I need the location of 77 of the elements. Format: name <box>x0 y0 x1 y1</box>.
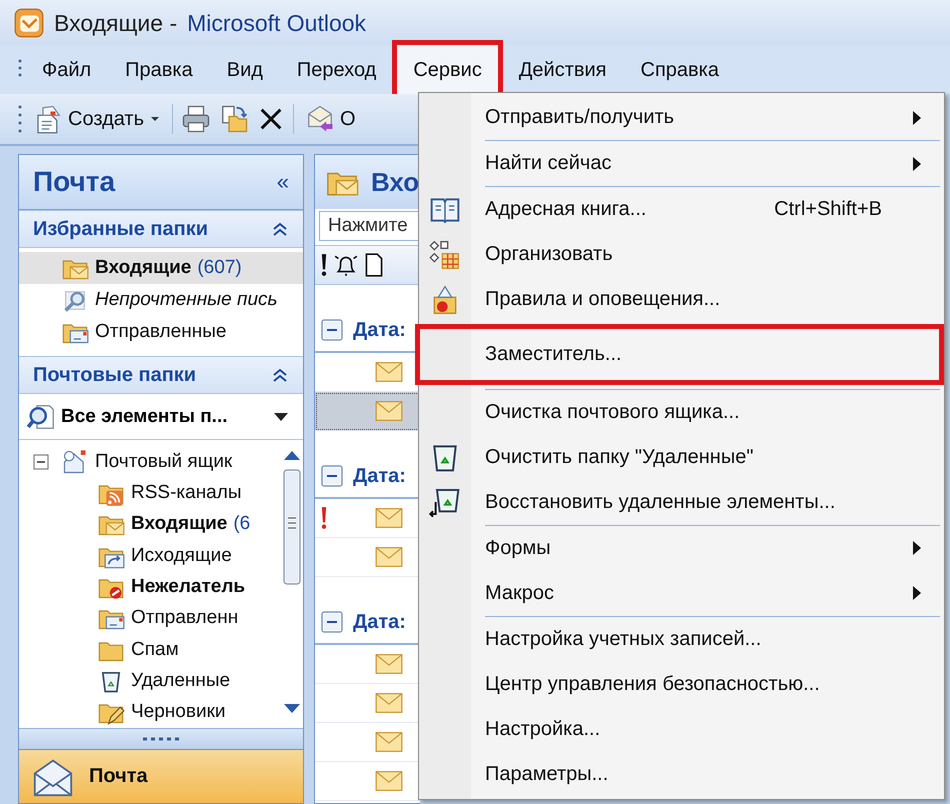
menu-bar-item[interactable]: Переход <box>282 50 390 90</box>
menu-item[interactable]: Адресная книга... Ctrl+Shift+B <box>419 187 944 232</box>
menu-item[interactable]: Центр управления безопасностью... <box>419 662 944 707</box>
search-field[interactable]: Нажмите <box>319 211 420 241</box>
shortcut-text: Ctrl+Shift+B <box>774 198 882 221</box>
menu-item[interactable]: Заместитель... <box>415 324 944 385</box>
reply-icon <box>305 104 336 134</box>
envelope-icon <box>375 507 403 529</box>
envelope-icon <box>375 692 403 714</box>
window-title: Входящие - <box>54 10 178 36</box>
envelope-icon <box>375 731 403 753</box>
printer-icon[interactable] <box>181 104 212 134</box>
folder-item[interactable]: RSS-каналы <box>19 477 281 509</box>
folder-item[interactable]: Непрочтенные пись <box>19 284 303 316</box>
folder-title: Вхо <box>371 166 420 198</box>
caret-icon <box>149 115 162 123</box>
folder-item[interactable]: Удаленные <box>19 665 281 697</box>
grip-icon <box>18 104 22 134</box>
envelope-icon <box>375 400 403 422</box>
restore-bin-icon <box>429 486 461 518</box>
organize-icon <box>429 238 461 271</box>
app-name: Microsoft Outlook <box>187 10 366 36</box>
new-button[interactable]: Создать <box>30 102 164 136</box>
section-title: Избранные папки <box>33 218 208 240</box>
chevron-toggle[interactable] <box>271 366 289 384</box>
menu-item[interactable]: Макрос <box>419 570 944 616</box>
folder-item[interactable]: Входящие (6 <box>19 508 281 540</box>
menu-item[interactable]: Правила и оповещения... <box>419 277 944 322</box>
tree-toggle[interactable] <box>33 454 49 470</box>
envelope-icon <box>375 361 403 383</box>
menu-bar-item[interactable]: Справка <box>626 50 733 90</box>
menu-item[interactable]: Настройка учетных записей... <box>419 616 944 662</box>
nav-button[interactable]: Почта <box>19 749 303 803</box>
folder-item[interactable]: Спам <box>19 634 281 666</box>
document-icon[interactable] <box>363 252 385 278</box>
folder-item[interactable]: Исходящие <box>19 540 281 572</box>
folder-item[interactable]: Почтовый ящик <box>19 446 281 478</box>
pane-title: Почта <box>33 166 116 198</box>
menu-bar-item[interactable]: Правка <box>111 50 207 90</box>
menu-item[interactable]: Формы <box>419 526 944 571</box>
menu-bar-item[interactable]: Вид <box>212 50 277 90</box>
app-logo-icon <box>14 8 44 38</box>
menu-item[interactable]: Найти сейчас <box>419 141 944 186</box>
group-toggle[interactable] <box>321 319 343 341</box>
folder-item[interactable]: Входящие (607) <box>19 252 303 284</box>
move-to-folder-icon[interactable] <box>219 104 250 134</box>
envelope-icon <box>375 770 403 792</box>
group-toggle[interactable] <box>321 611 343 633</box>
folder-item[interactable]: Нежелатель <box>19 571 281 603</box>
group-label: Дата: <box>353 610 406 634</box>
caret-icon <box>273 412 289 422</box>
envelope-icon <box>375 653 403 675</box>
folder-item[interactable]: Отправленн <box>19 602 281 634</box>
group-toggle[interactable] <box>321 465 343 487</box>
menu-bar-item[interactable]: Файл <box>28 50 106 90</box>
chevron-toggle[interactable] <box>271 220 289 238</box>
section-title: Почтовые папки <box>33 364 196 386</box>
reply-button[interactable]: О <box>302 102 359 136</box>
menu-bar-item[interactable]: Действия <box>504 50 620 90</box>
menu-item[interactable]: Параметры... <box>419 752 944 798</box>
unread-count: (6 <box>233 513 250 536</box>
importance-icon[interactable] <box>319 252 329 278</box>
message-row[interactable] <box>315 392 420 431</box>
group-label: Дата: <box>353 318 406 342</box>
envelope-icon <box>31 756 75 796</box>
group-label: Дата: <box>353 464 406 488</box>
unread-count: (607) <box>197 257 242 279</box>
splitter-handle[interactable] <box>141 736 181 742</box>
folder-item[interactable]: Черновики <box>19 696 281 728</box>
menu-item[interactable]: Очистка почтового ящика... <box>419 390 944 435</box>
envelope-icon <box>375 546 403 568</box>
menu-item[interactable]: Восстановить удаленные элементы... <box>419 480 944 525</box>
menu-item[interactable]: Настройка... <box>419 707 944 752</box>
menu-item[interactable]: Очистить папку "Удаленные" <box>419 434 944 480</box>
menu-item[interactable]: Организовать <box>419 232 944 278</box>
folder-item[interactable]: Отправленные <box>19 316 303 348</box>
collapse-button[interactable]: « <box>276 169 289 195</box>
